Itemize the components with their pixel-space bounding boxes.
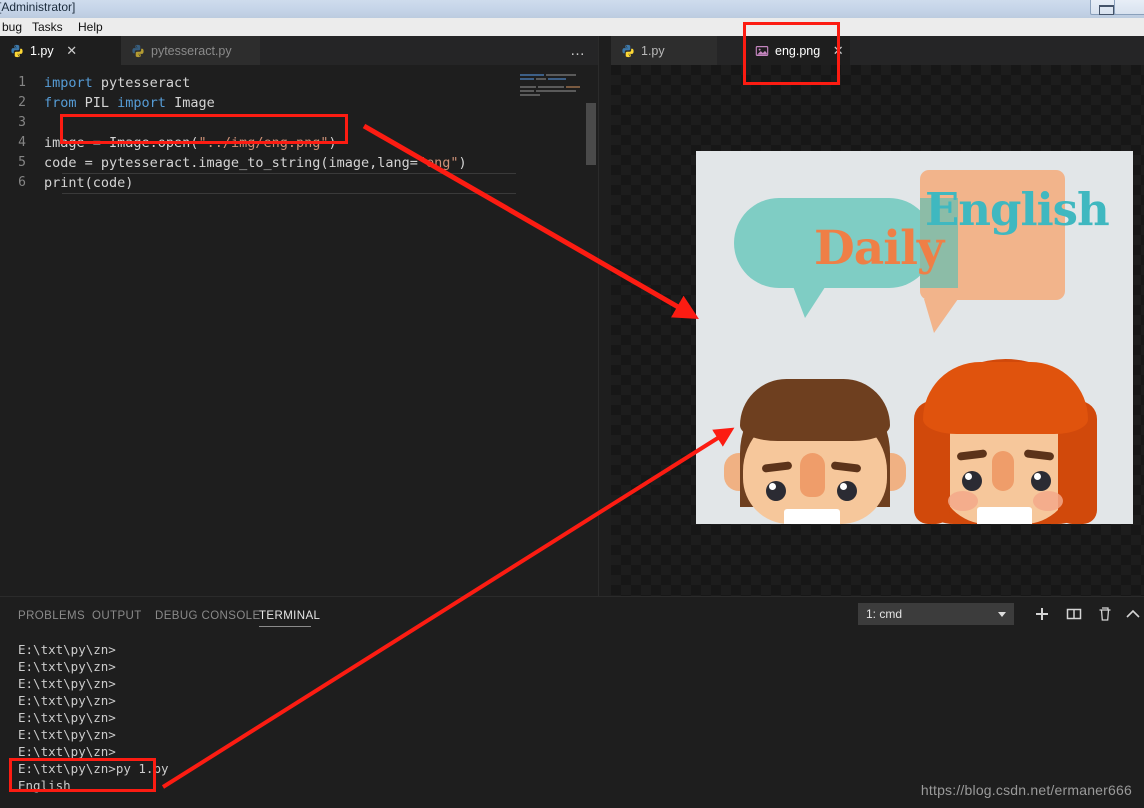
tab-label: 1.py — [641, 43, 665, 58]
image-tab-highlight — [743, 22, 840, 85]
woman-eye-right — [1031, 471, 1051, 491]
chevron-down-icon — [998, 612, 1006, 617]
close-icon[interactable]: ✕ — [64, 43, 80, 59]
editor-group-separator[interactable] — [598, 36, 611, 596]
editor-scrollbar[interactable] — [584, 65, 598, 596]
woman-eye-left — [962, 471, 982, 491]
panel-tab-problems[interactable]: PROBLEMS — [18, 607, 85, 625]
line-content: from PIL import Image — [44, 95, 215, 111]
tab-1py-right[interactable]: 1.py — [611, 36, 717, 65]
terminal-selector[interactable]: 1: cmd — [858, 603, 1014, 625]
panel-tab-active-underline — [259, 626, 311, 627]
editor-actions-more-icon[interactable]: … — [566, 36, 590, 65]
editor-group-right: 1.py eng.png ✕ English Daily — [611, 36, 1144, 596]
speech-bubble-teal-tail — [791, 281, 829, 318]
man-nose — [800, 453, 825, 497]
watermark: https://blog.csdn.net/ermaner666 — [920, 782, 1132, 798]
tab-label: 1.py — [30, 44, 54, 58]
code-line: 6 print(code) — [0, 173, 530, 193]
code-line: 2 from PIL import Image — [0, 93, 530, 113]
panel-tab-terminal[interactable]: TERMINAL — [259, 607, 320, 625]
python-icon — [131, 44, 145, 58]
kill-terminal-icon[interactable] — [1096, 605, 1114, 623]
python-icon — [621, 44, 635, 58]
man-eye-right — [837, 481, 857, 501]
terminal-output-highlight — [9, 758, 156, 792]
indent-guide — [62, 193, 534, 194]
editor-tabbar-left: 1.py ✕ pytesseract.py … — [0, 36, 598, 65]
vscode-window: e [Administrator] bug Tasks Help 1.py — [0, 0, 1144, 808]
menu-item-debug[interactable]: bug — [2, 20, 22, 34]
line-content: code = pytesseract.image_to_string(image… — [44, 155, 467, 171]
line-content: print(code) — [44, 175, 134, 191]
woman-teeth — [977, 507, 1032, 524]
close-button[interactable] — [1114, 0, 1144, 15]
bottom-panel: PROBLEMS OUTPUT DEBUG CONSOLE TERMINAL E… — [0, 596, 1144, 808]
terminal-line: E:\txt\py\zn> — [18, 727, 116, 742]
line-number: 2 — [18, 95, 26, 110]
man-eye-left — [766, 481, 786, 501]
illustration-word-english: English — [925, 183, 1110, 236]
line-number: 6 — [18, 175, 26, 190]
collapse-panel-icon[interactable] — [1124, 605, 1142, 623]
code-line: 1 import pytesseract — [0, 73, 530, 93]
image-preview-pane[interactable]: English Daily — [611, 65, 1144, 596]
speech-bubble-peach-tail — [924, 299, 958, 333]
python-icon — [10, 44, 24, 58]
line-number: 3 — [18, 115, 26, 130]
man-teeth — [784, 509, 840, 524]
illustration-word-daily: Daily — [814, 221, 944, 276]
tab-pytesseractpy[interactable]: pytesseract.py — [121, 36, 260, 65]
panel-tab-output[interactable]: OUTPUT — [92, 607, 142, 625]
terminal-line: E:\txt\py\zn> — [18, 710, 116, 725]
man-fringe — [740, 379, 890, 441]
split-terminal-icon[interactable] — [1065, 605, 1083, 623]
line-number: 4 — [18, 135, 26, 150]
code-editor[interactable]: 1 import pytesseract 2 from PIL import I… — [0, 65, 598, 596]
menubar: bug Tasks Help — [0, 18, 1144, 36]
line-content: import pytesseract — [44, 75, 191, 91]
terminal-line: E:\txt\py\zn> — [18, 642, 116, 657]
terminal-selector-value: 1: cmd — [866, 607, 903, 621]
minimap[interactable] — [516, 65, 584, 596]
terminal-line: E:\txt\py\zn> — [18, 676, 116, 691]
line-number: 5 — [18, 155, 26, 170]
woman-cheek-left — [948, 491, 978, 511]
woman-hair-top — [923, 362, 1088, 434]
tab-label: pytesseract.py — [151, 43, 232, 58]
editor-tabbar-right: 1.py eng.png ✕ — [611, 36, 1144, 65]
eng-png-illustration: English Daily — [696, 151, 1133, 524]
terminal-line: E:\txt\py\zn> — [18, 693, 116, 708]
terminal-line: E:\txt\py\zn> — [18, 659, 116, 674]
window-title: e [Administrator] — [0, 0, 76, 14]
menu-item-tasks[interactable]: Tasks — [32, 20, 63, 34]
line-number: 1 — [18, 75, 26, 90]
woman-cheek-right — [1033, 491, 1063, 511]
menu-item-help[interactable]: Help — [78, 20, 103, 34]
indent-guide — [62, 173, 534, 174]
code-line: 5 code = pytesseract.image_to_string(ima… — [0, 153, 530, 173]
tab-1py[interactable]: 1.py ✕ — [0, 36, 121, 65]
woman-nose — [992, 451, 1014, 491]
code-line-highlight — [60, 114, 348, 144]
workbench: 1.py ✕ pytesseract.py … 1 import pytesse… — [0, 36, 1144, 808]
window-titlebar: e [Administrator] — [0, 0, 1144, 18]
new-terminal-icon[interactable] — [1033, 605, 1051, 623]
editor-scrollbar-thumb[interactable] — [586, 103, 596, 165]
panel-tab-debug-console[interactable]: DEBUG CONSOLE — [155, 607, 261, 625]
